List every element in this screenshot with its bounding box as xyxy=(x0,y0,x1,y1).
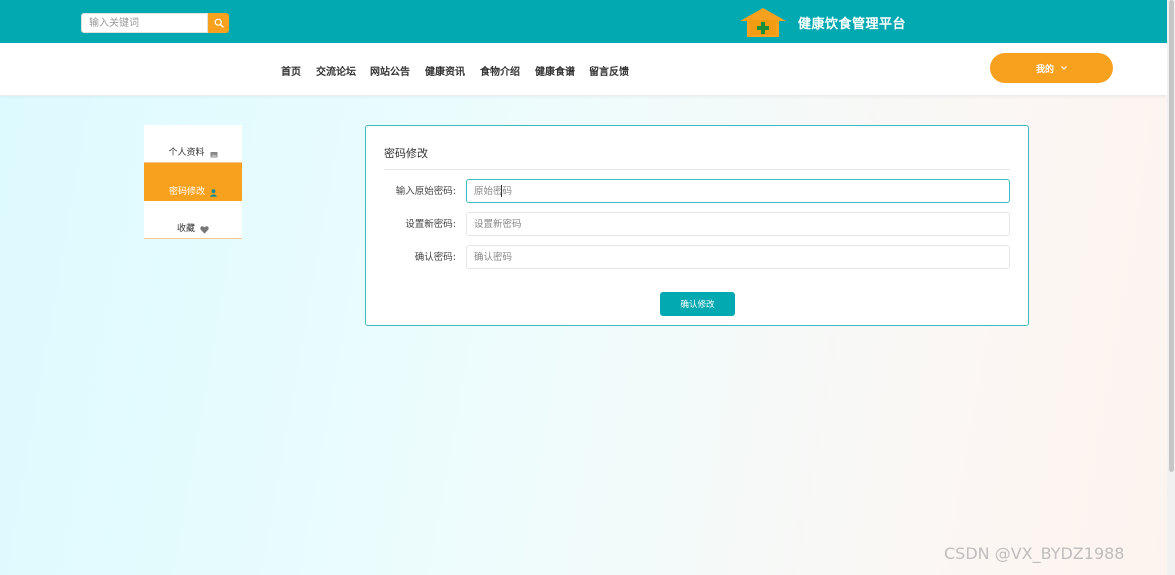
old-password-input[interactable] xyxy=(466,179,1010,203)
sidebar-item-label: 收藏 xyxy=(176,224,195,234)
nav-item-announcements[interactable]: 网站公告 xyxy=(370,63,410,78)
panel-title: 密码修改 xyxy=(384,147,428,160)
user-icon xyxy=(210,189,217,197)
new-password-input[interactable] xyxy=(466,212,1010,236)
nav-item-forum[interactable]: 交流论坛 xyxy=(316,63,356,78)
image-icon xyxy=(210,151,218,158)
watermark-text: CSDN @VX_BYDZ1988 xyxy=(944,544,1125,563)
site-title: 健康饮食管理平台 xyxy=(798,17,907,32)
search-box xyxy=(81,13,229,33)
nav-item-home[interactable]: 首页 xyxy=(281,63,301,78)
sidebar-item-label: 密码修改 xyxy=(168,187,205,197)
confirm-password-label: 确认密码: xyxy=(414,252,456,263)
account-sidebar: 个人资料 密码修改 收藏 xyxy=(144,125,242,239)
old-password-label: 输入原始密码: xyxy=(395,186,456,197)
sidebar-item-profile[interactable]: 个人资料 xyxy=(144,125,242,163)
nav-item-food-intro[interactable]: 食物介绍 xyxy=(480,63,520,78)
chevron-down-icon xyxy=(1061,66,1067,70)
my-account-label: 我的 xyxy=(1035,64,1054,75)
divider xyxy=(384,169,1010,170)
new-password-label: 设置新密码: xyxy=(405,219,456,230)
search-icon xyxy=(214,18,224,28)
search-button[interactable] xyxy=(208,13,229,33)
heart-icon xyxy=(200,226,209,234)
sidebar-item-label: 个人资料 xyxy=(168,148,205,158)
text-cursor xyxy=(501,185,502,197)
password-change-panel: 密码修改 输入原始密码: 设置新密码: 确认密码: 确认修改 xyxy=(365,125,1029,326)
nav-item-feedback[interactable]: 留言反馈 xyxy=(589,63,629,78)
house-plus-icon xyxy=(740,8,786,37)
nav-item-recipes[interactable]: 健康食谱 xyxy=(535,63,575,78)
nav-item-health-news[interactable]: 健康资讯 xyxy=(425,63,465,78)
confirm-password-input[interactable] xyxy=(466,245,1010,269)
search-input[interactable] xyxy=(81,13,208,33)
sidebar-item-password[interactable]: 密码修改 xyxy=(144,163,242,201)
my-account-button[interactable]: 我的 xyxy=(990,53,1113,83)
confirm-change-button[interactable]: 确认修改 xyxy=(660,292,735,316)
sidebar-item-favorites[interactable]: 收藏 xyxy=(144,201,242,239)
scrollbar-thumb[interactable] xyxy=(1169,0,1174,472)
